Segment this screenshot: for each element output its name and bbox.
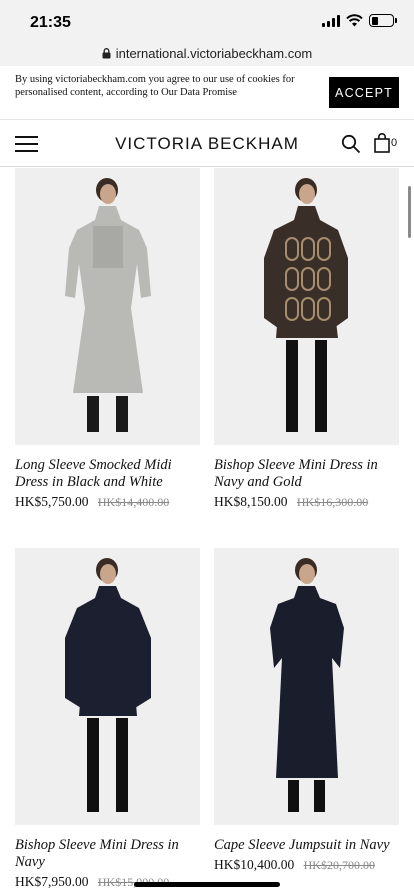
price-row: HK$5,750.00 HK$14,400.00 [15, 494, 200, 510]
product-name[interactable]: Long Sleeve Smocked Midi Dress in Black … [15, 457, 200, 491]
product-card[interactable]: Long Sleeve Smocked Midi Dress in Black … [15, 168, 200, 510]
product-image[interactable] [214, 548, 399, 825]
scrollbar[interactable] [408, 186, 411, 238]
product-price: HK$8,150.00 [214, 494, 288, 509]
wifi-icon [346, 14, 363, 27]
product-price: HK$7,950.00 [15, 874, 89, 889]
product-original-price: HK$14,400.00 [97, 495, 170, 509]
product-price: HK$5,750.00 [15, 494, 89, 509]
product-image[interactable] [214, 168, 399, 445]
cookie-text: By using victoriabeckham.com you agree t… [15, 74, 295, 98]
product-card[interactable]: Cape Sleeve Jumpsuit in Navy HK$10,400.0… [214, 548, 399, 873]
lock-icon [102, 47, 111, 58]
product-name[interactable]: Bishop Sleeve Mini Dress in Navy [15, 837, 200, 871]
url-text[interactable]: international.victoriabeckham.com [116, 46, 313, 61]
product-original-price: HK$20,700.00 [303, 858, 375, 872]
product-name[interactable]: Bishop Sleeve Mini Dress in Navy and Gol… [214, 457, 399, 491]
price-row: HK$8,150.00 HK$16,300.00 [214, 494, 399, 510]
product-card[interactable]: Bishop Sleeve Mini Dress in Navy and Gol… [214, 168, 399, 510]
product-original-price: HK$16,300.00 [296, 495, 369, 509]
product-name[interactable]: Cape Sleeve Jumpsuit in Navy [214, 837, 399, 854]
accept-cookies-button[interactable]: ACCEPT [329, 77, 399, 108]
product-image[interactable] [15, 548, 200, 825]
status-bar: 21:35 [0, 0, 414, 40]
status-icons [322, 14, 397, 27]
product-price: HK$10,400.00 [214, 857, 295, 872]
price-row: HK$10,400.00 HK$20,700.00 [214, 857, 399, 873]
battery-icon [369, 14, 397, 27]
bag-count: 0 [391, 137, 398, 149]
shopping-bag-icon[interactable] [374, 133, 390, 153]
signal-icon [322, 14, 340, 27]
site-header: VICTORIA BECKHAM 0 [0, 121, 414, 167]
product-image[interactable] [15, 168, 200, 445]
address-bar[interactable]: international.victoriabeckham.com [0, 40, 414, 66]
home-indicator[interactable] [134, 882, 280, 887]
product-card[interactable]: Bishop Sleeve Mini Dress in Navy HK$7,95… [15, 548, 200, 890]
status-time: 21:35 [30, 14, 71, 31]
search-icon[interactable] [341, 134, 361, 154]
